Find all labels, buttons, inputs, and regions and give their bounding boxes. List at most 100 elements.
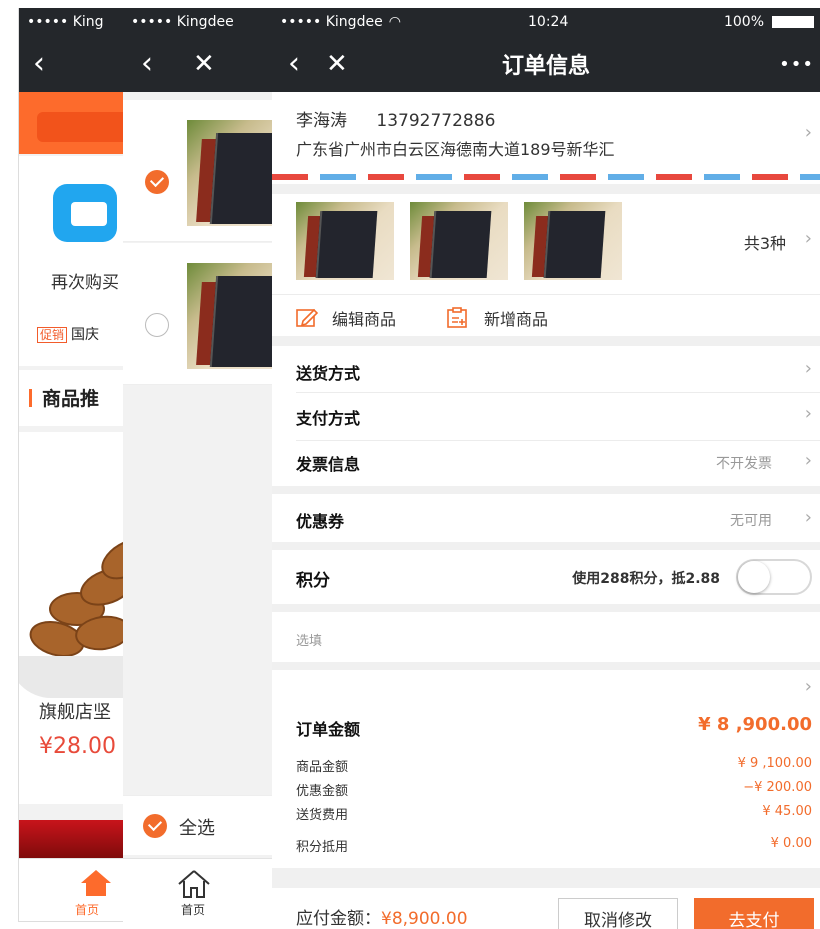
product-thumbnail	[524, 202, 622, 280]
cart-item-row[interactable]	[123, 100, 293, 242]
status-bar: ••••• Kingdee ◠ 10:24 100%	[272, 8, 820, 36]
rebuy-label[interactable]: 再次购买	[51, 268, 119, 293]
pay-button[interactable]: 去支付	[694, 898, 814, 929]
checkbox-checked-icon[interactable]	[145, 170, 169, 194]
amount-label: 积分抵用	[296, 840, 349, 855]
recipient-phone: 13792772886	[376, 111, 496, 131]
invoice-row[interactable]: 发票信息 不开发票 ›	[272, 441, 820, 486]
carrier-label: ••••• Kingdee	[280, 14, 383, 30]
amount-label: 优惠金额	[296, 784, 349, 799]
coupon-row[interactable]: 优惠券 无可用 ›	[272, 494, 820, 542]
promo-line[interactable]: 促销 国庆	[37, 324, 99, 344]
battery-label: 100%	[723, 14, 764, 30]
checkbox-unchecked-icon[interactable]	[145, 313, 169, 337]
points-toggle[interactable]	[736, 559, 812, 595]
wallet-icon[interactable]	[53, 184, 117, 242]
back-icon[interactable]: ‹	[33, 49, 45, 79]
select-all-label[interactable]: 全选	[179, 814, 215, 840]
edit-goods-label: 编辑商品	[332, 310, 397, 329]
select-all-checkbox-icon[interactable]	[143, 814, 167, 838]
add-goods-icon	[447, 307, 467, 328]
goods-card: 共3种 › 编辑商品 新增商品	[272, 194, 820, 336]
address-line: 广东省广州市白云区海德南大道189号新华汇	[296, 140, 615, 159]
promo-banner[interactable]	[19, 820, 133, 858]
product-thumbnail	[410, 202, 508, 280]
time-label: 10:24	[528, 14, 569, 30]
note-placeholder: 选填	[296, 634, 323, 649]
add-goods-label: 新增商品	[484, 310, 549, 329]
tab-bar: 首页	[123, 858, 293, 922]
tab-home-label[interactable]: 首页	[181, 901, 205, 918]
nav-bar: ‹ ✕	[123, 36, 293, 92]
amount-line: 商品金额 ¥ 9 ,100.00	[296, 756, 812, 775]
chevron-right-icon: ›	[804, 403, 812, 424]
nav-bar: ‹ ✕ 订单信息 •••	[272, 36, 820, 92]
more-icon[interactable]: •••	[779, 54, 814, 75]
cart-item-row[interactable]	[123, 243, 293, 385]
delivery-label: 送货方式	[296, 364, 361, 383]
amount-line: 积分抵用 ¥ 0.00	[296, 836, 812, 855]
chevron-right-icon: ›	[804, 507, 812, 528]
recipient-name: 李海涛	[296, 111, 347, 131]
add-goods-button[interactable]: 新增商品	[446, 306, 548, 330]
amount-label: 送货费用	[296, 808, 349, 823]
amount-value: −¥ 200.00	[743, 780, 812, 795]
points-row: 积分 使用288积分，抵2.88	[272, 550, 820, 604]
invoice-label: 发票信息	[296, 455, 361, 474]
recommend-title: 商品推	[29, 384, 99, 411]
edit-goods-button[interactable]: 编辑商品	[296, 306, 396, 330]
chevron-right-icon: ›	[804, 450, 812, 471]
order-total-label: 订单金额	[296, 720, 361, 739]
recommend-header: 商品推	[19, 370, 133, 426]
select-all-bar: 全选	[123, 795, 293, 855]
chevron-right-icon: ›	[804, 358, 812, 379]
status-bar: ••••• Kingdee	[123, 8, 293, 36]
recipient-line: 李海涛 13792772886	[296, 106, 495, 131]
page-title: 订单信息	[501, 54, 590, 79]
amount-summary: › 订单金额 ¥ 8 ,900.00 商品金额 ¥ 9 ,100.00 优惠金额 −…	[272, 670, 820, 868]
order-info-screen: ••••• Kingdee ◠ 10:24 100% ‹ ✕ 订单信息 ••• …	[272, 8, 820, 929]
back-icon[interactable]: ‹	[141, 49, 153, 79]
payment-row[interactable]: 支付方式 ›	[272, 393, 820, 439]
payable-label: 应付金额：	[296, 909, 381, 929]
product-thumbnail	[296, 202, 394, 280]
product-name[interactable]: 旗舰店坚	[39, 698, 111, 724]
search-bar[interactable]	[37, 112, 133, 142]
nav-bar: ‹	[19, 36, 133, 92]
home-icon[interactable]	[79, 869, 113, 897]
edit-icon	[296, 308, 318, 327]
address-card[interactable]: 李海涛 13792772886 广东省广州市白云区海德南大道189号新华汇 ›	[272, 92, 820, 184]
delivery-row[interactable]: 送货方式 ›	[272, 346, 820, 392]
invoice-value: 不开发票	[716, 456, 772, 472]
battery-icon	[772, 16, 814, 28]
divider	[272, 294, 820, 295]
bowl-image-part	[19, 656, 133, 698]
order-total-value: ¥ 8 ,900.00	[698, 714, 812, 735]
coupon-label: 优惠券	[296, 512, 345, 531]
close-icon[interactable]: ✕	[193, 51, 215, 77]
cancel-edit-button[interactable]: 取消修改	[558, 898, 678, 929]
promo-text: 国庆	[71, 327, 100, 343]
amount-line: 送货费用 ¥ 45.00	[296, 804, 812, 823]
chevron-right-icon: ›	[804, 228, 812, 249]
middle-screen-cart: ••••• Kingdee ‹ ✕ 全选 首页	[123, 8, 293, 922]
header-band	[19, 92, 133, 154]
chevron-right-icon: ›	[804, 122, 812, 143]
quick-entry-section: 再次购买 促销 国庆	[19, 156, 133, 366]
chevron-right-icon[interactable]: ›	[805, 676, 812, 697]
payable-line: 应付金额：¥8,900.00	[296, 904, 468, 929]
points-value: 使用288积分，抵2.88	[572, 571, 720, 587]
home-icon[interactable]	[177, 869, 211, 899]
goods-count[interactable]: 共3种	[744, 230, 786, 254]
note-input[interactable]: 选填	[272, 612, 820, 662]
tab-home-label[interactable]: 首页	[75, 901, 99, 918]
promo-tag: 促销	[37, 327, 68, 343]
order-options: 送货方式 › 支付方式 › 发票信息 不开发票 ›	[272, 346, 820, 486]
amount-value: ¥ 9 ,100.00	[737, 756, 812, 771]
airmail-stripe	[272, 174, 820, 180]
points-label: 积分	[296, 571, 330, 591]
amount-line: 优惠金额 −¥ 200.00	[296, 780, 812, 799]
payment-label: 支付方式	[296, 409, 361, 428]
amount-value: ¥ 0.00	[770, 836, 812, 851]
background-screen-home: ••••• King ‹ 再次购买 促销 国庆 商品推 旗舰店坚 ¥28.00 首…	[18, 8, 133, 922]
